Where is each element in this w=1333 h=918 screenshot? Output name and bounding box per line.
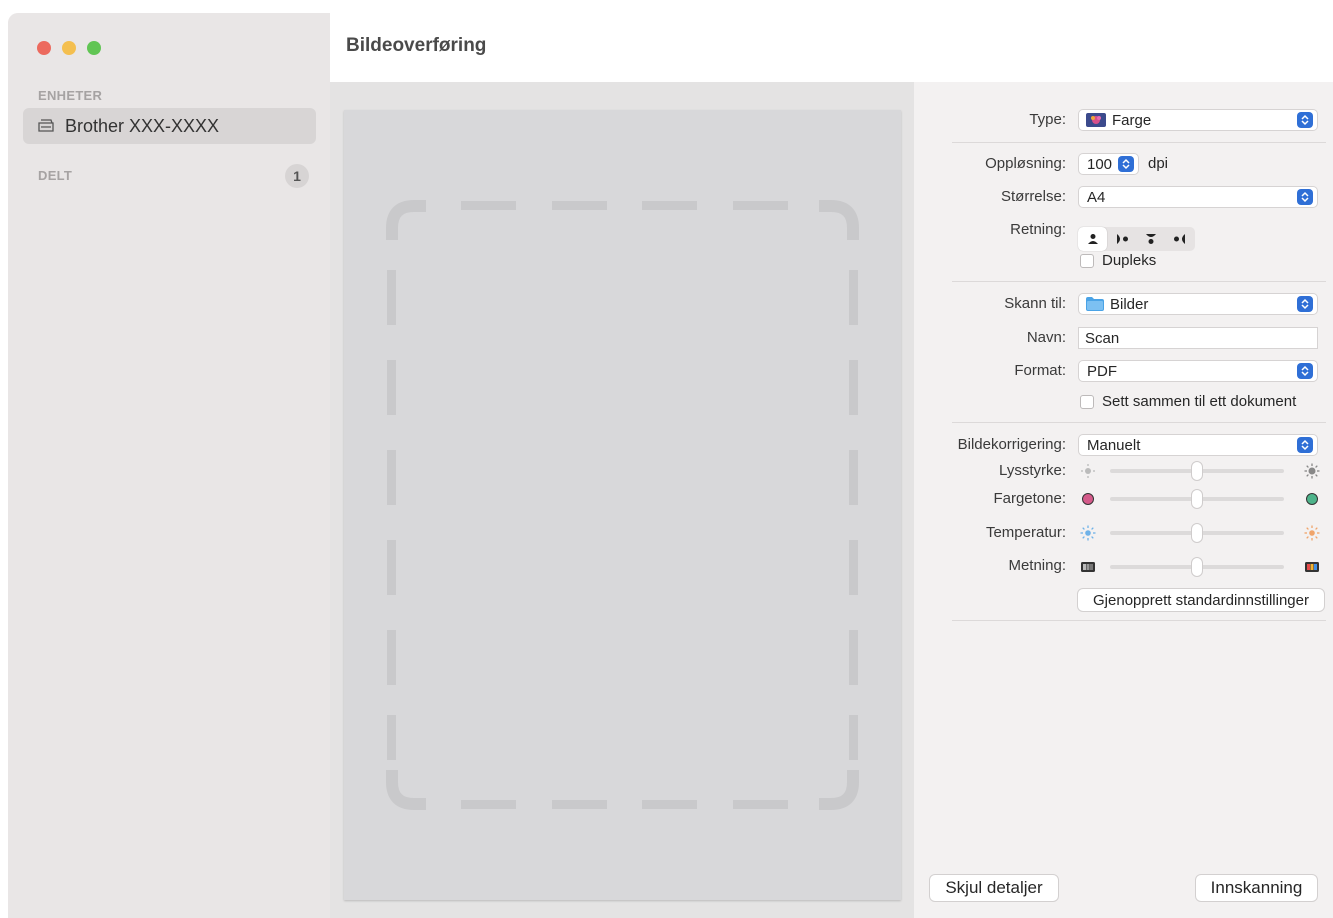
brightness-high-icon [1304, 463, 1320, 479]
temperature-slider[interactable] [1110, 523, 1284, 543]
brightness-slider-knob[interactable] [1191, 461, 1203, 481]
scan-to-label: Skann til: [1004, 295, 1066, 312]
combine-checkbox[interactable] [1080, 394, 1094, 409]
tint-slider-knob[interactable] [1191, 489, 1203, 509]
person-rotated-left-icon [1173, 234, 1185, 244]
popup-arrows-icon [1118, 156, 1134, 172]
folder-icon [1086, 297, 1104, 311]
saturation-label: Metning: [1008, 557, 1066, 574]
scanner-icon [38, 119, 54, 132]
popup-arrows-icon [1297, 437, 1313, 453]
green-dot-icon [1306, 493, 1318, 505]
close-window-button[interactable] [37, 41, 51, 55]
saturation-slider-knob[interactable] [1191, 557, 1203, 577]
hide-details-button[interactable]: Skjul detaljer [929, 874, 1059, 902]
sidebar: ENHETER Brother XXX-XXXX DELT 1 [8, 13, 330, 918]
format-popup[interactable]: PDF [1078, 360, 1318, 382]
duplex-checkbox[interactable] [1080, 253, 1094, 268]
warm-temperature-icon [1304, 525, 1320, 541]
separator [952, 620, 1326, 621]
window-title: Bildeoverføring [346, 35, 487, 56]
resolution-unit: dpi [1148, 155, 1169, 172]
shared-count-badge: 1 [285, 164, 309, 188]
popup-arrows-icon [1297, 112, 1313, 128]
correction-popup[interactable]: Manuelt [1078, 434, 1318, 456]
scan-to-popup[interactable]: Bilder [1078, 293, 1318, 315]
resolution-popup[interactable]: 100 [1078, 153, 1139, 175]
sidebar-item-device[interactable]: Brother XXX-XXXX [23, 108, 316, 144]
minimize-window-button[interactable] [62, 41, 76, 55]
combine-checkbox-row[interactable]: Sett sammen til ett dokument [1080, 393, 1296, 410]
shared-section-label: DELT [38, 168, 73, 183]
separator [952, 281, 1326, 282]
magenta-dot-icon [1082, 493, 1094, 505]
format-label: Format: [1014, 362, 1066, 379]
brightness-label: Lysstyrke: [999, 462, 1066, 479]
cool-temperature-icon [1080, 525, 1096, 541]
brightness-low-icon [1081, 464, 1095, 478]
type-popup[interactable]: Farge [1078, 109, 1318, 131]
orientation-upside-down-option[interactable] [1136, 227, 1165, 251]
duplex-checkbox-row[interactable]: Dupleks [1080, 252, 1156, 269]
tint-label: Fargetone: [993, 490, 1066, 507]
saturated-icon [1305, 562, 1319, 572]
person-upside-down-icon [1145, 234, 1156, 244]
orientation-label: Retning: [1010, 221, 1066, 238]
separator [952, 422, 1326, 423]
type-label: Type: [1029, 111, 1066, 128]
window-controls [37, 41, 101, 55]
brightness-slider[interactable] [1110, 461, 1284, 481]
type-value: Farge [1112, 111, 1152, 129]
separator [952, 142, 1326, 143]
size-popup[interactable]: A4 [1078, 186, 1318, 208]
color-photo-icon [1086, 113, 1106, 127]
toolbar: Bildeoverføring [330, 13, 1333, 82]
device-name: Brother XXX-XXXX [65, 115, 220, 136]
scan-to-value: Bilder [1110, 295, 1149, 313]
format-value: PDF [1087, 362, 1117, 380]
name-label: Navn: [1026, 329, 1066, 346]
popup-arrows-icon [1297, 296, 1313, 312]
devices-section-label: ENHETER [38, 88, 103, 103]
desaturated-icon [1081, 562, 1095, 572]
resolution-value: 100 [1087, 155, 1113, 173]
orientation-left-option[interactable] [1165, 227, 1194, 251]
person-upright-icon [1087, 234, 1098, 244]
temperature-slider-knob[interactable] [1191, 523, 1203, 543]
popup-arrows-icon [1297, 189, 1313, 205]
scan-preview-page[interactable] [344, 110, 901, 900]
duplex-label: Dupleks [1102, 252, 1157, 269]
document-placeholder-outline [386, 200, 859, 810]
saturation-slider[interactable] [1110, 557, 1284, 577]
correction-value: Manuelt [1087, 436, 1141, 454]
popup-arrows-icon [1297, 363, 1313, 379]
preview-area [330, 82, 914, 918]
size-label: Størrelse: [1000, 188, 1066, 205]
combine-label: Sett sammen til ett dokument [1102, 393, 1297, 410]
orientation-right-option[interactable] [1107, 227, 1136, 251]
size-value: A4 [1087, 188, 1106, 206]
resolution-label: Oppløsning: [985, 155, 1066, 172]
temperature-label: Temperatur: [985, 524, 1066, 541]
zoom-window-button[interactable] [87, 41, 101, 55]
name-field[interactable]: Scan [1078, 327, 1318, 349]
name-value: Scan [1085, 329, 1120, 347]
tint-slider[interactable] [1110, 489, 1284, 509]
orientation-upright-option[interactable] [1078, 227, 1107, 251]
scan-button[interactable]: Innskanning [1195, 874, 1318, 902]
person-rotated-right-icon [1116, 234, 1128, 244]
settings-panel: Type: Farge Oppløsning: 100 dpi Størrels… [914, 82, 1333, 918]
correction-label: Bildekorrigering: [957, 436, 1066, 453]
reset-defaults-button[interactable]: Gjenopprett standardinnstillinger [1077, 588, 1325, 612]
scanner-window: ENHETER Brother XXX-XXXX DELT 1 Bildeove… [8, 13, 1333, 918]
orientation-segmented-control [1078, 227, 1195, 251]
